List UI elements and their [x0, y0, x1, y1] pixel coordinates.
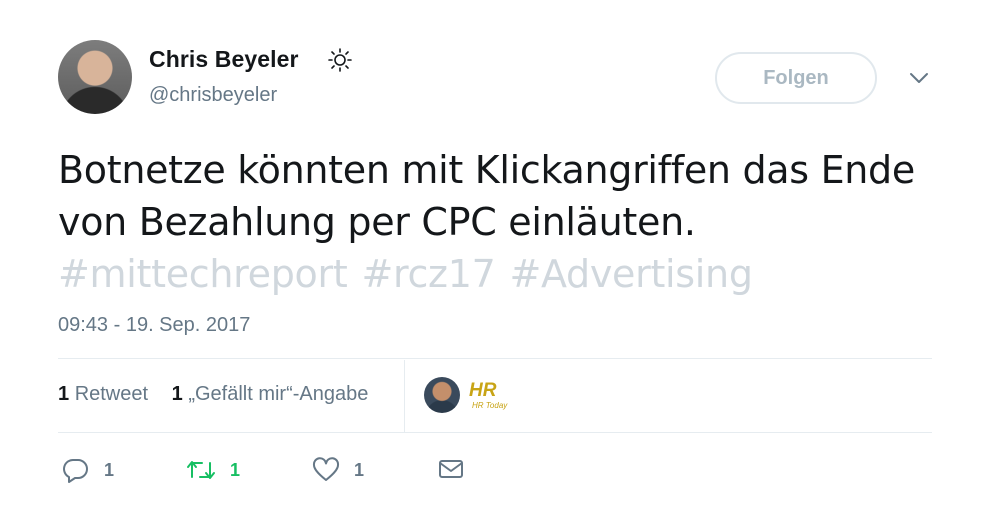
retweet-button[interactable]: 1	[186, 457, 240, 483]
svg-text:HR: HR	[469, 380, 497, 401]
hr-today-logo-caption: HR Today	[472, 401, 508, 410]
retweet-stat-count: 1	[58, 383, 70, 405]
chevron-down-icon[interactable]	[906, 70, 932, 86]
tweet-text: Botnetze könnten mit Klickangriffen das …	[58, 144, 938, 300]
hashtag-link[interactable]: #Advertising	[509, 252, 753, 296]
hashtag-link[interactable]: #mittechreport	[58, 252, 348, 296]
like-button[interactable]: 1	[312, 457, 364, 483]
hashtag-list: #mittechreport #rcz17 #Advertising	[58, 248, 938, 300]
tweet-line-1: Botnetze könnten mit Klickangriffen das …	[58, 148, 915, 192]
heart-icon	[312, 457, 340, 481]
author-handle[interactable]: @chrisbeyeler	[149, 84, 277, 107]
retweet-stat-label: Retweet	[74, 383, 149, 405]
tweet-line-2: von Bezahlung per CPC einläuten.	[58, 200, 696, 244]
divider	[58, 432, 932, 433]
follow-button[interactable]: Folgen	[715, 52, 877, 104]
direct-message-button[interactable]	[438, 457, 478, 481]
reply-button[interactable]: 1	[62, 457, 114, 483]
reply-count: 1	[104, 459, 115, 480]
retweet-stat[interactable]: 1 Retweet	[58, 383, 148, 405]
like-stat[interactable]: 1 „Gefällt mir“-Angabe	[172, 383, 369, 405]
like-count: 1	[354, 459, 365, 480]
retweet-count: 1	[230, 459, 241, 480]
hr-today-logo[interactable]: HR HR Today	[468, 378, 508, 414]
engagement-stats: 1 Retweet 1 „Gefällt mir“-Angabe	[58, 383, 368, 406]
envelope-icon	[439, 460, 463, 478]
author-avatar[interactable]	[58, 40, 132, 114]
hashtag-link[interactable]: #rcz17	[361, 252, 495, 296]
reply-icon	[63, 458, 88, 483]
like-stat-label: „Gefällt mir“-Angabe	[188, 383, 369, 405]
sun-icon	[328, 48, 352, 72]
author-name[interactable]: Chris Beyeler	[149, 46, 299, 73]
tweet-timestamp[interactable]: 09:43 - 19. Sep. 2017	[58, 314, 250, 337]
divider	[404, 360, 405, 432]
like-stat-count: 1	[171, 383, 183, 405]
divider	[58, 358, 932, 359]
retweet-icon	[187, 461, 215, 479]
liker-avatar[interactable]	[424, 377, 460, 413]
